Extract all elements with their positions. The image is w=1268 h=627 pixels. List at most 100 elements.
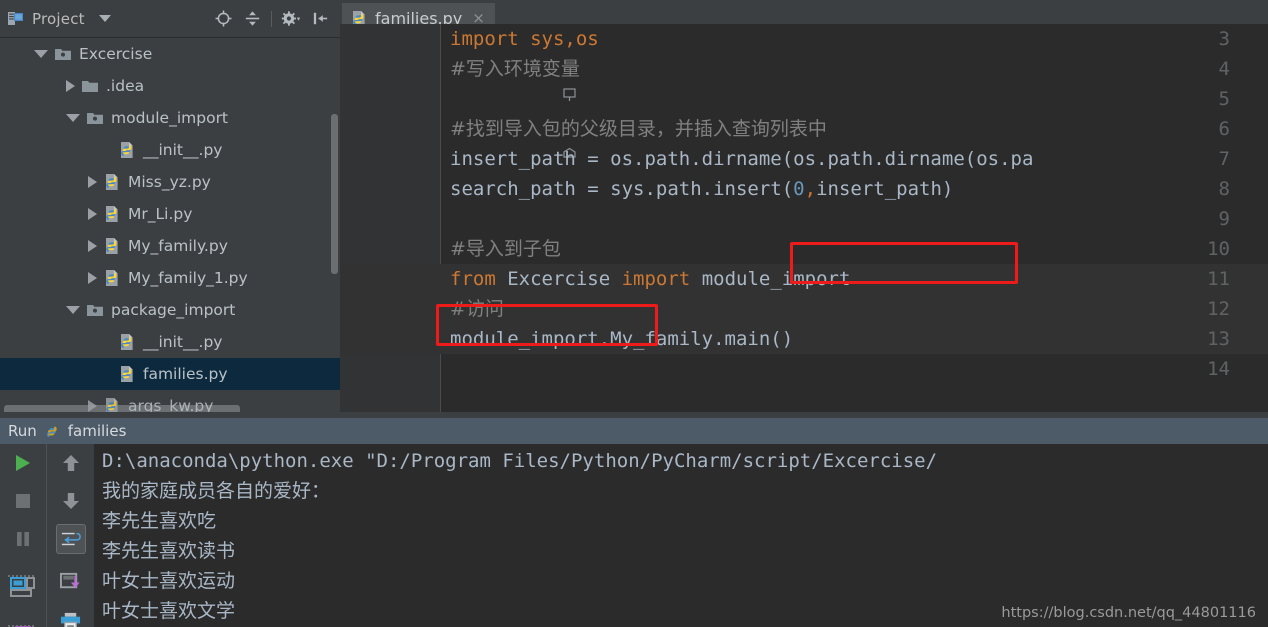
tree-item-my-family-py[interactable]: My_family.py (0, 230, 340, 262)
tree-item-label: __init__.py (143, 141, 223, 159)
run-tool-window: Run families D:\anaconda\python.exe "D:/… (0, 418, 1268, 627)
code-line-text: search_path = sys.path.insert(0,insert_p… (450, 178, 954, 200)
line-number: 3 (1218, 28, 1230, 50)
line-number: 11 (1207, 268, 1230, 290)
code-line-text: #导入到子包 (450, 238, 561, 260)
collapse-all-icon[interactable] (242, 9, 262, 29)
watermark: https://blog.csdn.net/qq_44801116 (1001, 605, 1256, 621)
tree-item-label: module_import (111, 109, 229, 127)
run-config-name: families (67, 422, 127, 440)
line-number: 7 (1218, 148, 1230, 170)
twisty-open-icon[interactable] (66, 306, 80, 314)
code-line-text: #访问 (450, 298, 504, 320)
python-run-config-icon (44, 423, 61, 440)
code-line-5[interactable]: 5 (340, 84, 1268, 114)
run-toolbar-left (0, 444, 46, 627)
code-line-text: module_import.My_family.main() (450, 328, 794, 350)
run-panel-header: Run families (0, 418, 1268, 444)
scroll-up-button[interactable] (56, 448, 86, 478)
tree-item-label: Miss_yz.py (128, 173, 211, 191)
tree-item-init-py-package[interactable]: __init__.py (0, 326, 340, 358)
code-line-text: from Excercise import module_import (450, 268, 851, 290)
twisty-closed-icon[interactable] (66, 80, 75, 92)
tree-item-label: My_family_1.py (128, 269, 248, 287)
line-number: 4 (1218, 58, 1230, 80)
line-number: 9 (1218, 208, 1230, 230)
scroll-down-button[interactable] (56, 486, 86, 516)
rerun-button[interactable] (8, 448, 38, 478)
python-file-icon (103, 173, 121, 191)
python-file-icon (118, 141, 136, 159)
code-line-13[interactable]: 13 module_import.My_family.main() (340, 324, 1268, 354)
code-line-3[interactable]: 3 import sys,os (340, 24, 1268, 54)
pause-button[interactable] (8, 524, 38, 554)
tree-item-label: families.py (143, 365, 228, 383)
console-line: 李先生喜欢吃 (102, 510, 217, 532)
tree-item-package-import[interactable]: package_import (0, 294, 340, 326)
line-number: 14 (1207, 358, 1230, 380)
code-line-4[interactable]: 4 #写入环境变量 (340, 54, 1268, 101)
code-fold-icon[interactable] (426, 122, 576, 158)
twisty-closed-icon[interactable] (88, 272, 97, 284)
module-folder-icon (54, 45, 72, 63)
line-number: 10 (1207, 238, 1230, 260)
tree-item-label: .idea (106, 77, 145, 95)
twisty-open-icon[interactable] (66, 114, 80, 122)
code-line-7[interactable]: 7 insert_path = os.path.dirname(os.path.… (340, 144, 1268, 174)
code-line-text: insert_path = os.path.dirname(os.path.di… (450, 148, 1034, 170)
module-folder-icon (86, 301, 104, 319)
settings-gear-icon[interactable] (281, 9, 301, 29)
code-line-8[interactable]: 8 search_path = sys.path.insert(0,insert… (340, 174, 1268, 204)
toolbar-divider (271, 10, 272, 27)
tree-item-module-import[interactable]: module_import (0, 102, 340, 134)
pycharm-window: Project Excercise .idea module_import __… (0, 0, 1268, 627)
tree-item-my-family-1-py[interactable]: My_family_1.py (0, 262, 340, 294)
console-output[interactable]: D:\anaconda\python.exe "D:/Program Files… (94, 444, 1268, 627)
console-line: 叶女士喜欢运动 (102, 570, 236, 592)
code-line-14[interactable]: 14 (340, 354, 1268, 384)
code-line-text: #写入环境变量 (450, 58, 580, 80)
console-view-button[interactable] (8, 572, 38, 602)
chevron-down-icon[interactable] (98, 15, 111, 22)
code-editor[interactable]: 3 import sys,os 4 #写入环境变量 5 6 #找到导入包的父级目… (340, 24, 1268, 418)
python-file-icon (118, 333, 136, 351)
tree-item-init-py-module[interactable]: __init__.py (0, 134, 340, 166)
project-tree[interactable]: Excercise .idea module_import __init__.p… (0, 38, 340, 418)
twisty-open-icon[interactable] (34, 50, 48, 58)
tree-item-mr-li-py[interactable]: Mr_Li.py (0, 198, 340, 230)
twisty-closed-icon[interactable] (88, 208, 97, 220)
stop-button[interactable] (8, 486, 38, 516)
tree-item-label: __init__.py (143, 333, 223, 351)
toolbar-separator-2 (8, 612, 38, 627)
code-line-text: #找到导入包的父级目录，并插入查询列表中 (450, 118, 827, 140)
locate-target-icon[interactable] (213, 9, 233, 29)
code-line-6[interactable]: 6 #找到导入包的父级目录，并插入查询列表中 (340, 114, 1268, 158)
line-number: 5 (1218, 88, 1230, 110)
project-panel-toolbar (213, 9, 334, 29)
export-to-file-button[interactable] (56, 566, 86, 596)
line-number: 12 (1207, 298, 1230, 320)
code-fold-icon[interactable] (426, 62, 576, 101)
tree-item-excercise[interactable]: Excercise (0, 38, 340, 70)
python-file-icon (103, 237, 121, 255)
soft-wrap-toggle[interactable] (55, 524, 86, 554)
tree-item-families-py[interactable]: families.py (0, 358, 340, 390)
layout-button[interactable] (8, 620, 38, 627)
print-button[interactable] (56, 606, 86, 627)
line-number: 8 (1218, 178, 1230, 200)
code-lines: 3 import sys,os 4 #写入环境变量 5 6 #找到导入包的父级目… (340, 24, 1268, 384)
twisty-closed-icon[interactable] (88, 400, 97, 412)
python-file-icon (103, 269, 121, 287)
twisty-closed-icon[interactable] (88, 240, 97, 252)
twisty-closed-icon[interactable] (88, 176, 97, 188)
code-line-10[interactable]: 10 #导入到子包 (340, 234, 1268, 264)
run-panel-title: Run (8, 422, 37, 440)
hide-panel-icon[interactable] (310, 9, 330, 29)
line-number: 6 (1218, 118, 1230, 140)
code-line-12[interactable]: 12 #访问 (340, 294, 1268, 324)
code-line-11[interactable]: 11 from Excercise import module_import (340, 264, 1268, 294)
code-line-9[interactable]: 9 (340, 204, 1268, 234)
tree-item-label: package_import (111, 301, 236, 319)
tree-item-miss-yz-py[interactable]: Miss_yz.py (0, 166, 340, 198)
tree-item-idea[interactable]: .idea (0, 70, 340, 102)
